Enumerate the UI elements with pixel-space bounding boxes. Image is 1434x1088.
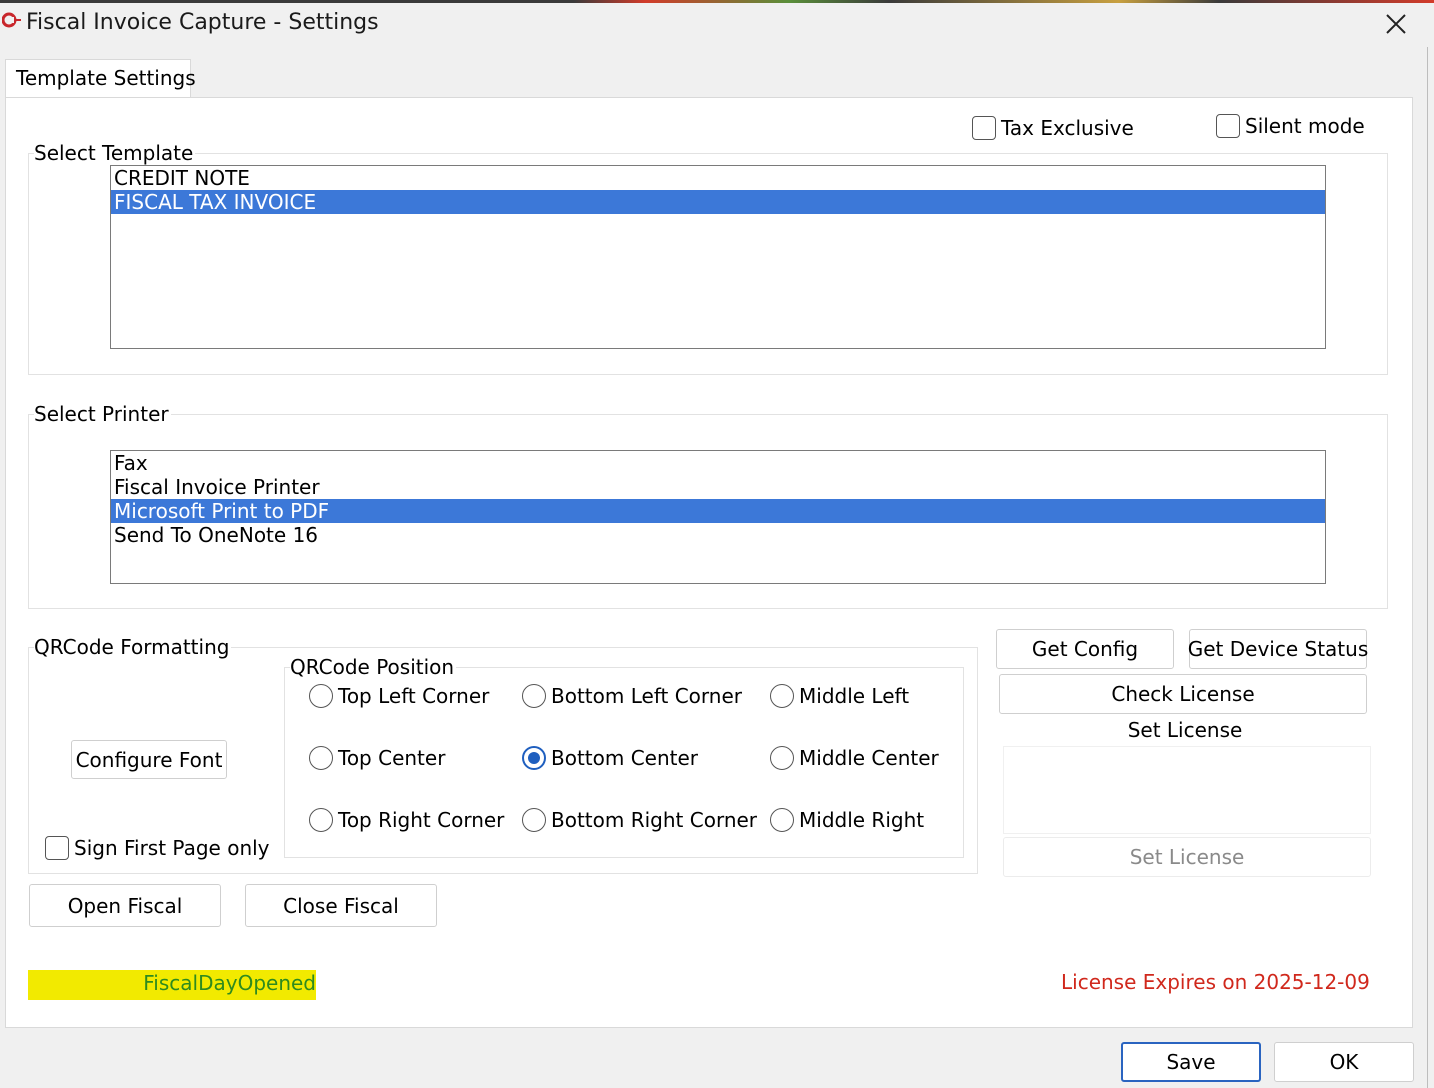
qrcode-formatting-label: QRCode Formatting <box>34 635 232 659</box>
radio-circle[interactable] <box>522 808 546 832</box>
list-item[interactable]: Send To OneNote 16 <box>111 523 1325 547</box>
checkbox-box[interactable] <box>972 116 996 140</box>
list-item-selected[interactable]: Microsoft Print to PDF <box>111 499 1325 523</box>
close-fiscal-button[interactable]: Close Fiscal <box>245 884 437 927</box>
tax-exclusive-label: Tax Exclusive <box>1001 116 1134 140</box>
tab-template-settings[interactable]: Template Settings <box>5 59 196 98</box>
sign-first-page-checkbox[interactable]: Sign First Page only <box>45 836 270 860</box>
ok-button[interactable]: OK <box>1274 1042 1414 1082</box>
radio-label: Bottom Right Corner <box>551 808 758 832</box>
silent-mode-checkbox[interactable]: Silent mode <box>1216 114 1365 138</box>
radio-middle-right[interactable]: Middle Right <box>770 808 924 832</box>
configure-font-button[interactable]: Configure Font <box>71 740 227 779</box>
radio-top-right-corner[interactable]: Top Right Corner <box>309 808 504 832</box>
fiscal-status: FiscalDayOpened <box>143 971 316 995</box>
app-logo-icon <box>1 11 22 29</box>
select-template-label: Select Template <box>34 141 196 165</box>
radio-label: Top Center <box>338 746 446 770</box>
check-license-button[interactable]: Check License <box>999 674 1367 714</box>
radio-bottom-left-corner[interactable]: Bottom Left Corner <box>522 684 742 708</box>
close-icon[interactable] <box>1377 6 1415 42</box>
template-listbox[interactable]: CREDIT NOTE FISCAL TAX INVOICE <box>110 165 1326 349</box>
sign-first-page-label: Sign First Page only <box>74 836 270 860</box>
radio-middle-center[interactable]: Middle Center <box>770 746 939 770</box>
radio-label: Middle Center <box>799 746 939 770</box>
select-printer-label: Select Printer <box>34 402 171 426</box>
set-license-button[interactable]: Set License <box>1003 837 1371 877</box>
radio-bottom-center[interactable]: Bottom Center <box>522 746 698 770</box>
radio-circle[interactable] <box>309 684 333 708</box>
radio-label: Bottom Left Corner <box>551 684 742 708</box>
radio-circle[interactable] <box>309 808 333 832</box>
tax-exclusive-checkbox[interactable]: Tax Exclusive <box>972 116 1134 140</box>
get-config-button[interactable]: Get Config <box>996 629 1174 669</box>
radio-circle[interactable] <box>770 684 794 708</box>
radio-middle-left[interactable]: Middle Left <box>770 684 909 708</box>
radio-label: Top Right Corner <box>338 808 505 832</box>
radio-circle-selected[interactable] <box>522 746 546 770</box>
radio-circle[interactable] <box>309 746 333 770</box>
radio-circle[interactable] <box>522 684 546 708</box>
list-item[interactable]: Fiscal Invoice Printer <box>111 475 1325 499</box>
radio-label: Top Left Corner <box>338 684 490 708</box>
radio-bottom-right-corner[interactable]: Bottom Right Corner <box>522 808 757 832</box>
radio-label: Bottom Center <box>551 746 699 770</box>
radio-label: Middle Right <box>799 808 925 832</box>
set-license-label: Set License <box>1127 718 1243 742</box>
radio-top-center[interactable]: Top Center <box>309 746 445 770</box>
list-item-selected[interactable]: FISCAL TAX INVOICE <box>111 190 1325 214</box>
license-key-input[interactable] <box>1003 746 1371 834</box>
printer-listbox[interactable]: Fax Fiscal Invoice Printer Microsoft Pri… <box>110 450 1326 584</box>
window-title: Fiscal Invoice Capture - Settings <box>26 10 379 35</box>
radio-label: Middle Left <box>799 684 910 708</box>
open-fiscal-button[interactable]: Open Fiscal <box>29 884 221 927</box>
list-item[interactable]: CREDIT NOTE <box>111 166 1325 190</box>
list-item[interactable]: Fax <box>111 451 1325 475</box>
silent-mode-label: Silent mode <box>1245 114 1365 138</box>
radio-circle[interactable] <box>770 746 794 770</box>
checkbox-box[interactable] <box>45 836 69 860</box>
qrcode-position-label: QRCode Position <box>290 655 457 679</box>
get-device-status-button[interactable]: Get Device Status <box>1188 629 1368 669</box>
radio-top-left-corner[interactable]: Top Left Corner <box>309 684 489 708</box>
license-expiry: License Expires on 2025-12-09 <box>1061 970 1370 994</box>
checkbox-box[interactable] <box>1216 114 1240 138</box>
radio-circle[interactable] <box>770 808 794 832</box>
save-button[interactable]: Save <box>1121 1042 1261 1082</box>
